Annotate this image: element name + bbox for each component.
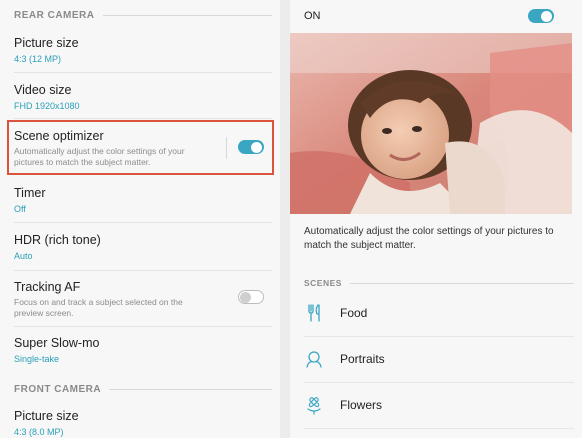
- flower-icon: [307, 397, 321, 415]
- fork-knife-icon: [308, 304, 320, 322]
- master-switch-toggle[interactable]: [528, 9, 554, 23]
- scene-optimizer-description: Automatically adjust the color settings …: [304, 226, 554, 251]
- sample-photo: [290, 33, 572, 214]
- scene-optimizer-highlight: [7, 120, 274, 175]
- scene-item-portraits[interactable]: Portraits: [290, 336, 582, 382]
- master-switch-label: ON: [304, 10, 321, 22]
- scene-item-flowers[interactable]: Flowers: [290, 382, 582, 428]
- person-icon: [306, 351, 322, 368]
- setting-picture-size-rear[interactable]: Picture size 4:3 (12 MP): [0, 36, 280, 65]
- tracking-af-toggle[interactable]: [238, 290, 264, 304]
- camera-settings-panel: REAR CAMERA Picture size 4:3 (12 MP) Vid…: [0, 0, 280, 438]
- scene-optimizer-panel: ON Automatically adjust the color settin…: [290, 0, 582, 438]
- panel-divider: [280, 0, 290, 438]
- scenes-header: SCENES: [304, 278, 574, 288]
- setting-video-size[interactable]: Video size FHD 1920x1080: [0, 83, 280, 112]
- scene-item-food[interactable]: Food: [290, 290, 582, 336]
- rear-camera-header: REAR CAMERA: [14, 10, 272, 21]
- front-camera-header: FRONT CAMERA: [14, 384, 272, 395]
- setting-super-slow-mo[interactable]: Super Slow-mo Single-take: [0, 336, 280, 365]
- setting-hdr[interactable]: HDR (rich tone) Auto: [0, 233, 280, 262]
- setting-timer[interactable]: Timer Off: [0, 186, 280, 215]
- setting-picture-size-front[interactable]: Picture size 4:3 (8.0 MP): [0, 409, 280, 438]
